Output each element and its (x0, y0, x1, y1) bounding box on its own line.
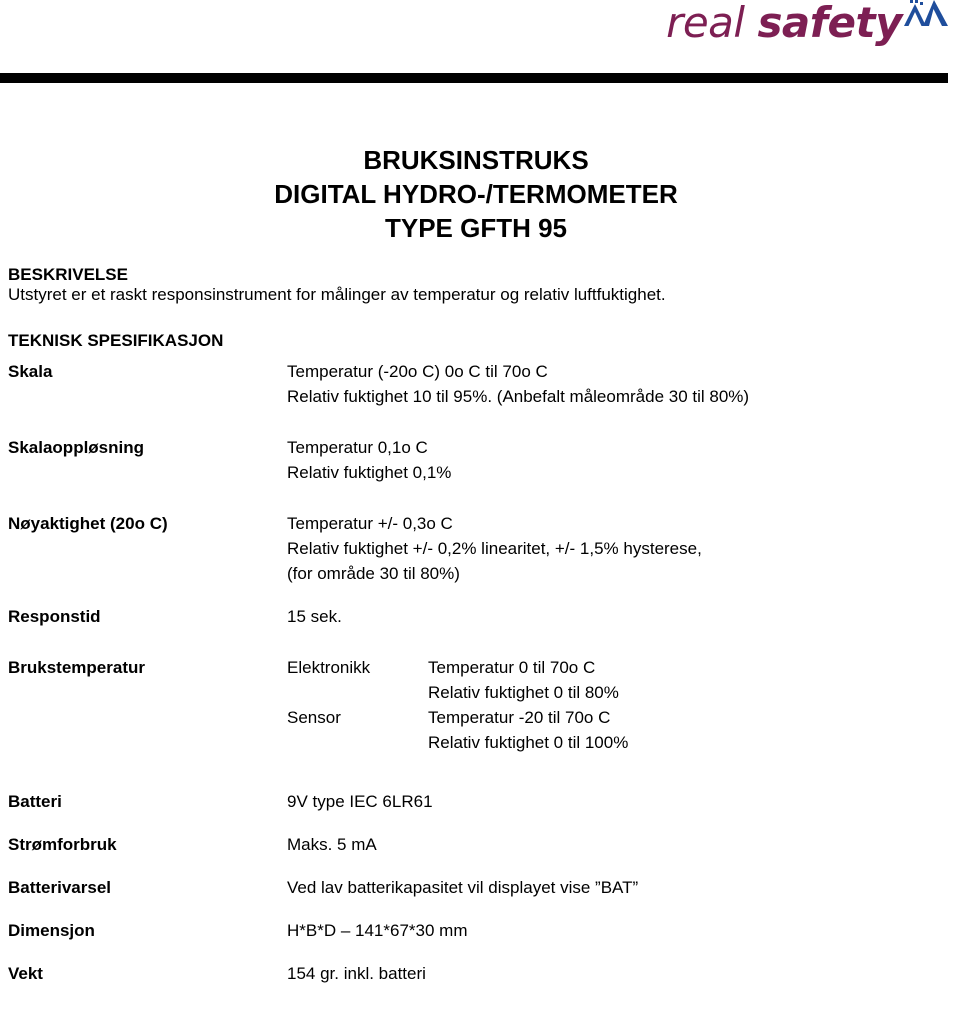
operating-group-value: Temperatur -20 til 70o C Relativ fuktigh… (428, 705, 960, 755)
operating-value-line: Relativ fuktighet 0 til 80% (428, 683, 619, 702)
spec-value: Maks. 5 mA (287, 832, 960, 857)
spec-value-line: H*B*D – 141*67*30 mm (287, 921, 468, 940)
page-header: real safety (0, 0, 960, 73)
spec-row-batteri: Batteri 9V type IEC 6LR61 (8, 789, 960, 814)
spec-value-line: Temperatur (-20o C) 0o C til 70o C (287, 362, 548, 381)
title-line-1: BRUKSINSTRUKS (363, 145, 589, 175)
spec-label: Brukstemperatur (8, 658, 145, 677)
spec-row-vekt: Vekt 154 gr. inkl. batteri (8, 961, 960, 986)
spec-label: Strømforbruk (8, 835, 117, 854)
brand-logo: real safety (666, 0, 948, 44)
spec-label: Skala (8, 362, 53, 381)
brand-wordmark: real safety (666, 2, 902, 44)
operating-value-line: Relativ fuktighet 0 til 100% (428, 733, 629, 752)
spec-row-stromforbruk: Strømforbruk Maks. 5 mA (8, 832, 960, 857)
spec-label: Nøyaktighet (20o C) (8, 514, 168, 533)
spec-label: Batterivarsel (8, 878, 112, 897)
spec-value-line: Relativ fuktighet 10 til 95%. (Anbefalt … (287, 387, 750, 406)
operating-value-line: Temperatur 0 til 70o C (428, 658, 596, 677)
header-rule (0, 73, 948, 83)
brand-word-real: real (666, 0, 758, 47)
spec-value: Ved lav batterikapasitet vil displayet v… (287, 875, 960, 900)
operating-group-key: Sensor (287, 708, 341, 727)
description-heading: BESKRIVELSE (8, 265, 128, 284)
operating-group-value: Temperatur 0 til 70o C Relativ fuktighet… (428, 655, 960, 705)
spec-value: Temperatur +/- 0,3o C Relativ fuktighet … (287, 511, 960, 586)
spec-row-responstid: Responstid 15 sek. (8, 604, 960, 629)
operating-value-line: Temperatur -20 til 70o C (428, 708, 611, 727)
spec-value: 154 gr. inkl. batteri (287, 961, 960, 986)
operating-group-sensor: Sensor Temperatur -20 til 70o C Relativ … (287, 705, 960, 755)
spec-value-line: Temperatur 0,1o C (287, 438, 428, 457)
spec-value-line: 15 sek. (287, 607, 342, 626)
spec-label: Responstid (8, 607, 101, 626)
spec-label: Skalaoppløsning (8, 438, 145, 457)
spec-value-line: Temperatur +/- 0,3o C (287, 514, 453, 533)
description-text: Utstyret er et raskt responsinstrument f… (8, 285, 666, 304)
spec-value-line: Relativ fuktighet +/- 0,2% linearitet, +… (287, 539, 702, 558)
spec-row-batterivarsel: Batterivarsel Ved lav batterikapasitet v… (8, 875, 960, 900)
spec-heading: TEKNISK SPESIFIKASJON (8, 331, 224, 350)
spec-value-line: (for område 30 til 80%) (287, 564, 460, 583)
spec-value-line: 9V type IEC 6LR61 (287, 792, 433, 811)
spec-value-line: Maks. 5 mA (287, 835, 377, 854)
brand-word-safety: safety (757, 0, 902, 47)
spec-label: Vekt (8, 964, 43, 983)
operating-group-key: Elektronikk (287, 658, 371, 677)
spec-value-line: 154 gr. inkl. batteri (287, 964, 426, 983)
title-line-3: TYPE GFTH 95 (384, 213, 568, 243)
spec-value: Temperatur 0,1o C Relativ fuktighet 0,1% (287, 435, 960, 485)
title-line-2: DIGITAL HYDRO-/TERMOMETER (274, 179, 678, 209)
spec-row-brukstemperatur: Brukstemperatur Elektronikk Temperatur 0… (8, 655, 960, 755)
spec-row-skala: Skala Temperatur (-20o C) 0o C til 70o C… (8, 359, 960, 409)
mountain-m-icon (904, 0, 948, 31)
spec-value: 9V type IEC 6LR61 (287, 789, 960, 814)
spec-value-line: Relativ fuktighet 0,1% (287, 463, 452, 482)
operating-group-elektronikk: Elektronikk Temperatur 0 til 70o C Relat… (287, 655, 960, 705)
spec-row-noyaktighet: Nøyaktighet (20o C) Temperatur +/- 0,3o … (8, 511, 960, 586)
spec-row-skalaopplosning: Skalaoppløsning Temperatur 0,1o C Relati… (8, 435, 960, 485)
spec-value: H*B*D – 141*67*30 mm (287, 918, 960, 943)
spec-label: Dimensjon (8, 921, 95, 940)
spec-value-line: Ved lav batterikapasitet vil displayet v… (287, 878, 639, 897)
spec-value: 15 sek. (287, 604, 960, 629)
document-body: BESKRIVELSE Utstyret er et raskt respons… (0, 265, 960, 986)
spec-value: Elektronikk Temperatur 0 til 70o C Relat… (287, 655, 960, 755)
spec-row-dimensjon: Dimensjon H*B*D – 141*67*30 mm (8, 918, 960, 943)
spec-label: Batteri (8, 792, 62, 811)
spec-value: Temperatur (-20o C) 0o C til 70o C Relat… (287, 359, 960, 409)
document-title: BRUKSINSTRUKS DIGITAL HYDRO-/TERMOMETER … (0, 143, 952, 245)
